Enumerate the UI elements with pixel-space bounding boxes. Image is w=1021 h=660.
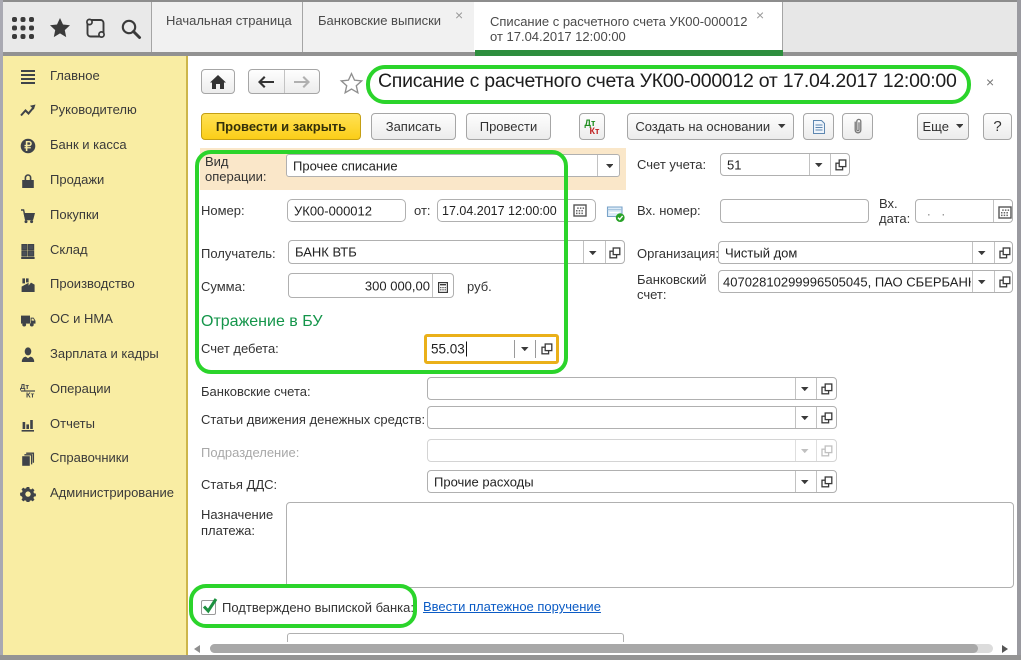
svg-text:Кт: Кт [26,390,35,398]
